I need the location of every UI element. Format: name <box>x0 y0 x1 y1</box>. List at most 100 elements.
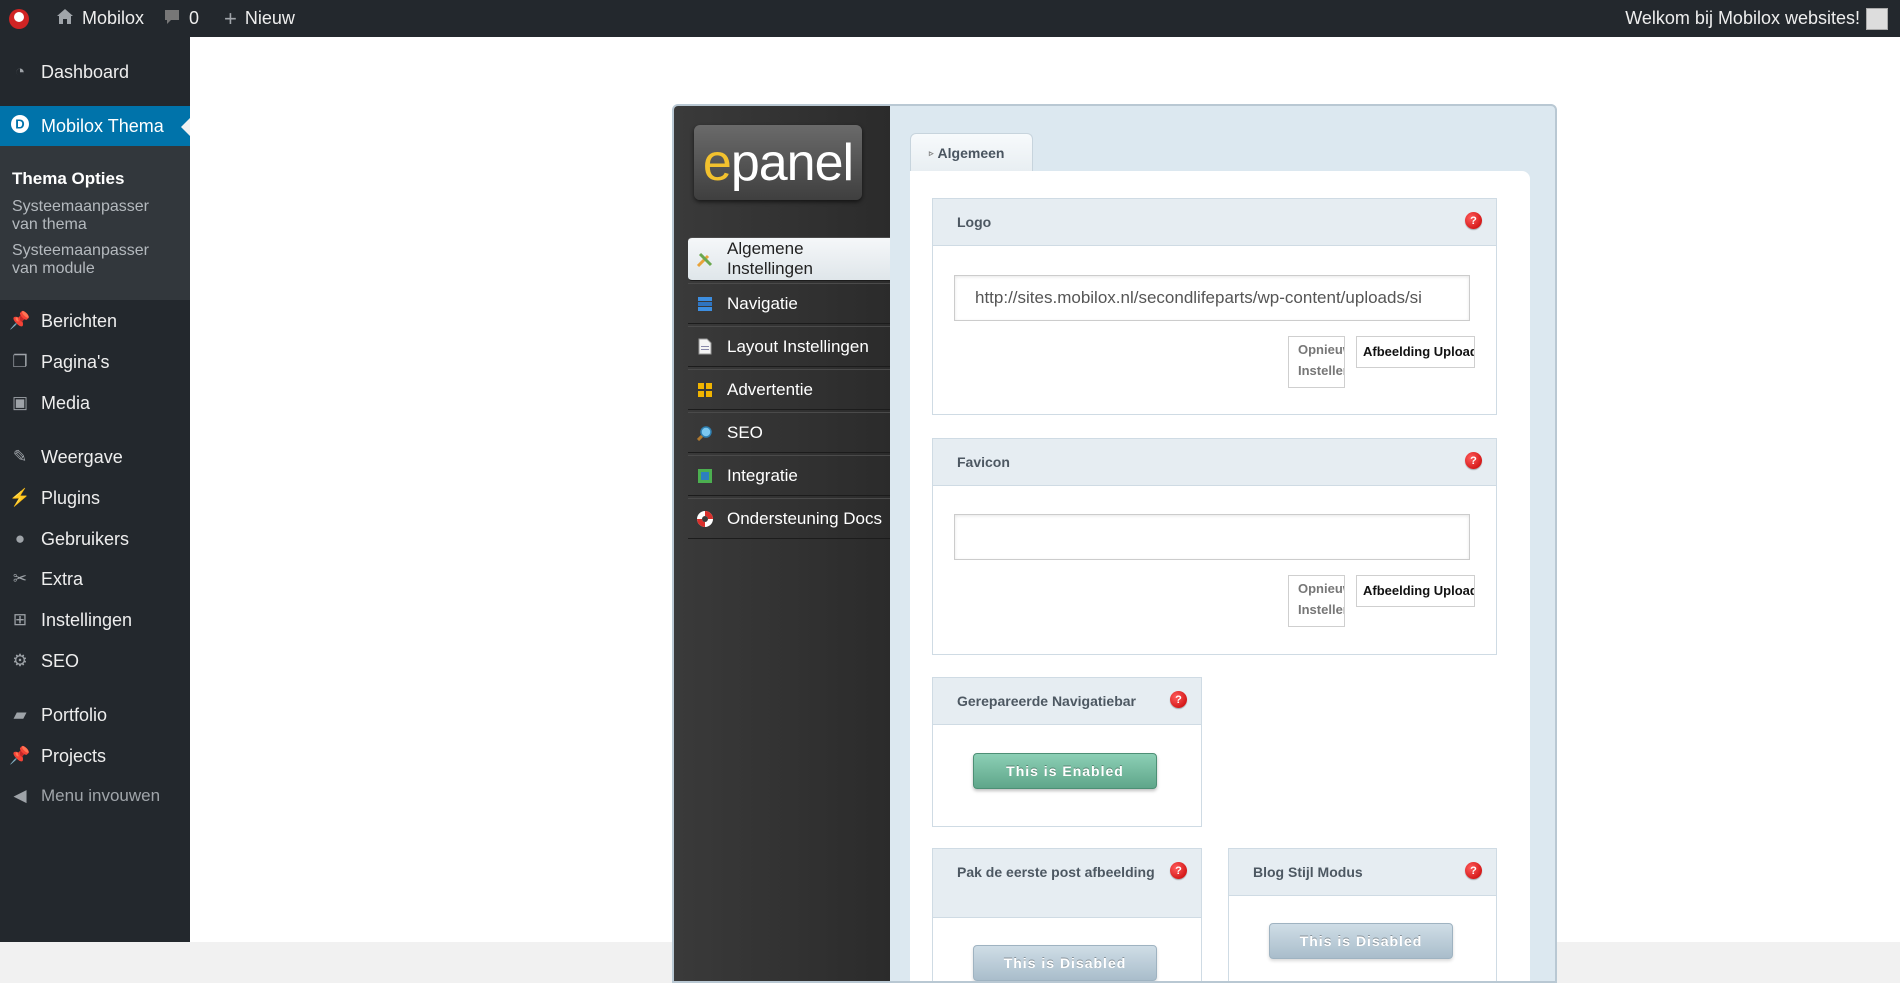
collapse-menu-button[interactable]: ◀ Menu invouwen <box>0 776 190 816</box>
welcome-text: Welkom bij Mobilox websites! <box>1625 8 1860 28</box>
comment-icon <box>163 8 181 30</box>
menu-item-gebruikers[interactable]: ● Gebruikers <box>0 519 190 559</box>
epanel-nav-integratie[interactable]: Integratie <box>688 455 890 496</box>
epanel-nav-seo[interactable]: SEO <box>688 412 890 453</box>
menu-item-dashboard[interactable]: ◔ Dashboard <box>0 52 190 92</box>
favicon-reset-button[interactable]: Opnieuw Instellen <box>1288 575 1345 627</box>
submenu-item-systeemaanpasser-module[interactable]: Systeemaanpasser van module <box>12 242 162 278</box>
magnifier-icon <box>696 424 714 442</box>
blogstyle-toggle[interactable]: This is Disabled <box>1269 923 1453 959</box>
my-account-link[interactable]: Welkom bij Mobilox websites! <box>1625 0 1888 37</box>
menu-item-weergave[interactable]: ✎ Weergave <box>0 437 190 477</box>
favicon-option-box: Favicon ? Opnieuw Instellen Afbeelding U… <box>932 438 1497 655</box>
submenu-item-thema-opties[interactable]: Thema Opties <box>12 170 124 188</box>
navbar-option-header: Gerepareerde Navigatiebar ? <box>933 678 1201 725</box>
blogstyle-option-box: Blog Stijl Modus ? This is Disabled <box>1228 848 1497 981</box>
site-name-link[interactable]: Mobilox <box>56 0 144 37</box>
dashboard-icon: ◔ <box>14 62 26 81</box>
help-icon[interactable]: ? <box>1465 862 1482 879</box>
logo-option-title: Logo <box>957 214 992 230</box>
firstpost-option-box: Pak de eerste post afbeelding ? This is … <box>932 848 1202 981</box>
brush-icon: ✎ <box>12 447 28 466</box>
epanel-nav-algemene-instellingen[interactable]: Algemene Instellingen <box>688 237 890 281</box>
avatar <box>1866 7 1888 30</box>
lifebuoy-icon <box>696 510 714 528</box>
favicon-option-title: Favicon <box>957 454 1010 470</box>
favicon-upload-button[interactable]: Afbeelding Uploaden <box>1356 575 1475 607</box>
epanel-nav-navigatie[interactable]: Navigatie <box>688 283 890 324</box>
tab-algemeen[interactable]: ▹ Algemeen <box>910 133 1033 172</box>
submenu-item-systeemaanpasser-thema[interactable]: Systeemaanpasser van thema <box>12 198 162 234</box>
admin-bar: Mobilox 0 + Nieuw Welkom bij Mobilox web… <box>0 0 1900 37</box>
epanel-sidebar: e panel Algemene Instellingen Navigatie L… <box>674 106 890 981</box>
document-icon <box>696 338 714 356</box>
comments-link[interactable]: 0 <box>163 0 199 37</box>
new-content-link[interactable]: + Nieuw <box>224 0 295 37</box>
list-icon <box>696 295 714 313</box>
firstpost-toggle[interactable]: This is Disabled <box>973 945 1157 981</box>
help-icon[interactable]: ? <box>1465 212 1482 229</box>
integration-icon <box>696 467 714 485</box>
divi-d-icon: D <box>9 114 31 139</box>
logo-option-header: Logo ? <box>933 199 1496 246</box>
epanel-main: ▹ Algemeen Logo ? Opnieuw Instellen Afbe… <box>890 106 1555 981</box>
navbar-toggle[interactable]: This is Enabled <box>973 753 1157 789</box>
blogstyle-option-header: Blog Stijl Modus ? <box>1229 849 1496 896</box>
epanel-nav-layout-instellingen[interactable]: Layout Instellingen <box>688 326 890 367</box>
settings-icon: ⊞ <box>12 610 28 629</box>
navbar-option-box: Gerepareerde Navigatiebar ? This is Enab… <box>932 677 1202 827</box>
epanel-nav-ondersteuning-docs[interactable]: Ondersteuning Docs <box>688 498 890 539</box>
media-icon: ▣ <box>11 393 29 412</box>
tools-icon <box>696 250 714 268</box>
help-icon[interactable]: ? <box>1170 862 1187 879</box>
blogstyle-option-title: Blog Stijl Modus <box>1253 864 1363 880</box>
current-arrow <box>181 118 190 136</box>
pages-icon: ❐ <box>12 352 28 371</box>
grid-icon <box>696 381 714 399</box>
wordpress-logo-icon[interactable] <box>8 0 30 37</box>
menu-item-plugins[interactable]: ⚡ Plugins <box>0 478 190 518</box>
menu-item-portfolio[interactable]: ▰ Portfolio <box>0 695 190 735</box>
menu-item-media[interactable]: ▣ Media <box>0 383 190 423</box>
epanel: e panel Algemene Instellingen Navigatie L… <box>672 104 1557 983</box>
site-name: Mobilox <box>82 8 145 28</box>
menu-item-mobilox-thema[interactable]: D Mobilox Thema <box>0 106 190 146</box>
menu-item-extra[interactable]: ✂ Extra <box>0 559 190 599</box>
favicon-option-header: Favicon ? <box>933 439 1496 486</box>
help-icon[interactable]: ? <box>1170 691 1187 708</box>
navbar-option-title: Gerepareerde Navigatiebar <box>957 693 1136 709</box>
menu-item-instellingen[interactable]: ⊞ Instellingen <box>0 600 190 640</box>
plugin-icon: ⚡ <box>9 488 31 507</box>
firstpost-option-header: Pak de eerste post afbeelding ? <box>933 849 1201 918</box>
menu-item-berichten[interactable]: 📌 Berichten <box>0 301 190 341</box>
logo-url-input[interactable] <box>954 275 1470 321</box>
tab-triangle-icon: ▹ <box>929 147 934 158</box>
main-content: e panel Algemene Instellingen Navigatie L… <box>190 37 1900 983</box>
home-icon <box>56 8 74 30</box>
collapse-icon: ◀ <box>13 786 27 805</box>
help-icon[interactable]: ? <box>1465 452 1482 469</box>
svg-text:D: D <box>15 116 24 131</box>
epanel-logo: e panel <box>694 125 862 200</box>
menu-item-projects[interactable]: 📌 Projects <box>0 736 190 776</box>
pin-icon: 📌 <box>9 746 31 765</box>
wrench-icon: ✂ <box>12 569 28 588</box>
folder-icon: ▰ <box>13 705 27 724</box>
options-panel: Logo ? Opnieuw Instellen Afbeelding Uplo… <box>910 171 1530 981</box>
pin-icon: 📌 <box>9 311 31 330</box>
favicon-url-input[interactable] <box>954 514 1470 560</box>
logo-upload-button[interactable]: Afbeelding Uploaden <box>1356 336 1475 368</box>
logo-reset-button[interactable]: Opnieuw Instellen <box>1288 336 1345 388</box>
new-label: Nieuw <box>244 8 295 28</box>
admin-menu: ◔ Dashboard D Mobilox Thema Thema Opties… <box>0 37 190 942</box>
user-icon: ● <box>14 529 26 548</box>
menu-item-paginas[interactable]: ❐ Pagina's <box>0 342 190 382</box>
epanel-nav-advertentie[interactable]: Advertentie <box>688 369 890 410</box>
menu-item-seo[interactable]: ⚙ SEO <box>0 641 190 681</box>
comments-count: 0 <box>189 8 200 28</box>
logo-option-box: Logo ? Opnieuw Instellen Afbeelding Uplo… <box>932 198 1497 415</box>
firstpost-option-title: Pak de eerste post afbeelding <box>957 864 1155 880</box>
seo-icon: ⚙ <box>12 651 28 670</box>
submenu: Thema Opties Systeemaanpasser van thema … <box>0 146 190 300</box>
plus-icon: + <box>224 5 237 31</box>
